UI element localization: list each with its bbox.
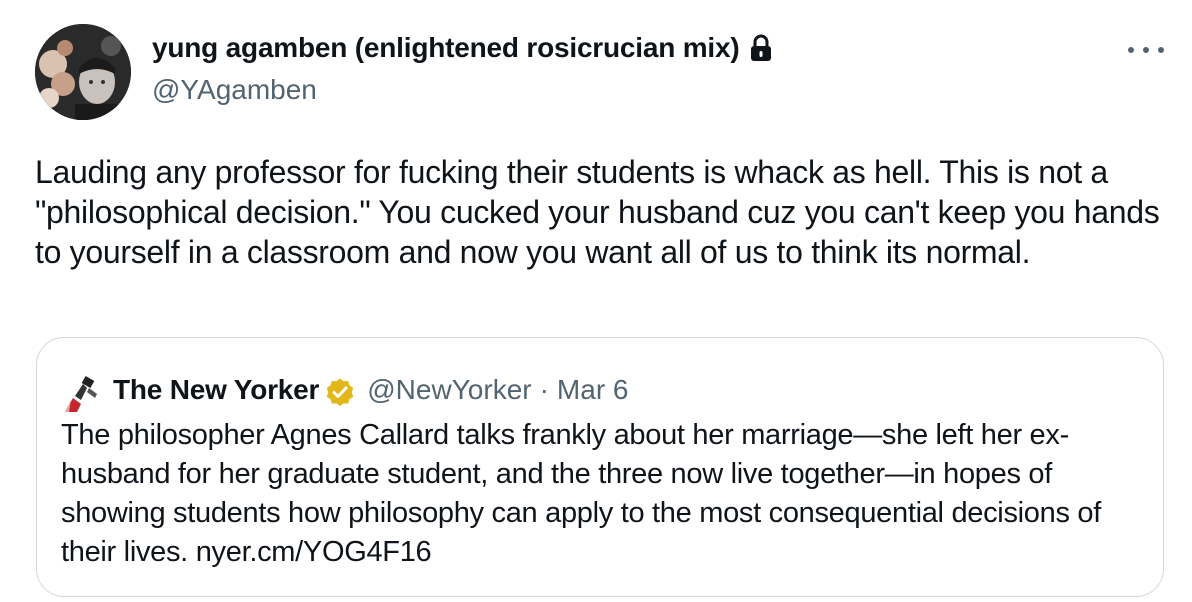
quote-text: The philosopher Agnes Callard talks fran… [61, 416, 1131, 572]
more-options-button[interactable] [1128, 38, 1164, 62]
author-name-row: yung agamben (enlightened rosicrucian mi… [152, 30, 774, 66]
quote-author-handle[interactable]: @NewYorker [367, 372, 531, 408]
quote-author-name[interactable]: The New Yorker [113, 372, 319, 408]
quoted-tweet-card[interactable]: The New Yorker @NewYorker · Mar 6 The ph… [36, 337, 1164, 597]
author-name[interactable]: yung agamben (enlightened rosicrucian mi… [152, 30, 740, 66]
author-avatar[interactable] [35, 24, 131, 120]
avatar-image [35, 24, 131, 120]
quote-link[interactable]: nyer.cm/YOG4F16 [196, 536, 432, 568]
quote-header: The New Yorker @NewYorker · Mar 6 [61, 366, 629, 414]
tweet: yung agamben (enlightened rosicrucian mi… [0, 0, 1192, 602]
more-horizontal-icon [1128, 47, 1134, 53]
lock-icon [748, 34, 774, 62]
separator-dot: · [539, 374, 549, 405]
verified-gold-badge-icon [325, 377, 355, 407]
author-handle[interactable]: @YAgamben [152, 72, 317, 108]
tweet-text: Lauding any professor for fucking their … [35, 154, 1160, 270]
quote-date[interactable]: Mar 6 [557, 372, 629, 408]
new-yorker-logo-icon[interactable] [61, 374, 101, 414]
